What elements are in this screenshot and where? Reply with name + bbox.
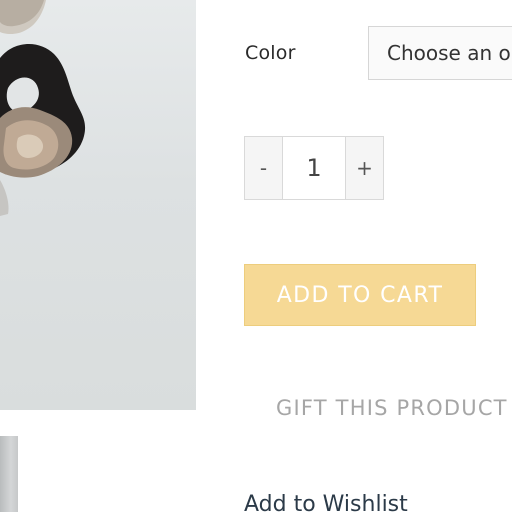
quantity-increment-button[interactable]: + [345,137,383,199]
add-to-wishlist-link[interactable]: Add to Wishlist [244,492,408,512]
color-label: Color [245,42,296,64]
gift-this-product-button[interactable]: GIFT THIS PRODUCT [276,396,508,420]
product-main-image[interactable] [0,0,196,410]
mirror-artwork-image [0,0,86,216]
product-thumbnail[interactable] [0,436,18,512]
color-select[interactable]: Choose an option [368,26,512,80]
add-to-cart-button[interactable]: ADD TO CART [244,264,476,326]
quantity-stepper: - 1 + [244,136,384,200]
quantity-input[interactable]: 1 [283,137,345,199]
quantity-decrement-button[interactable]: - [245,137,283,199]
product-page: Color Choose an option - 1 + ADD TO CART… [0,0,512,512]
